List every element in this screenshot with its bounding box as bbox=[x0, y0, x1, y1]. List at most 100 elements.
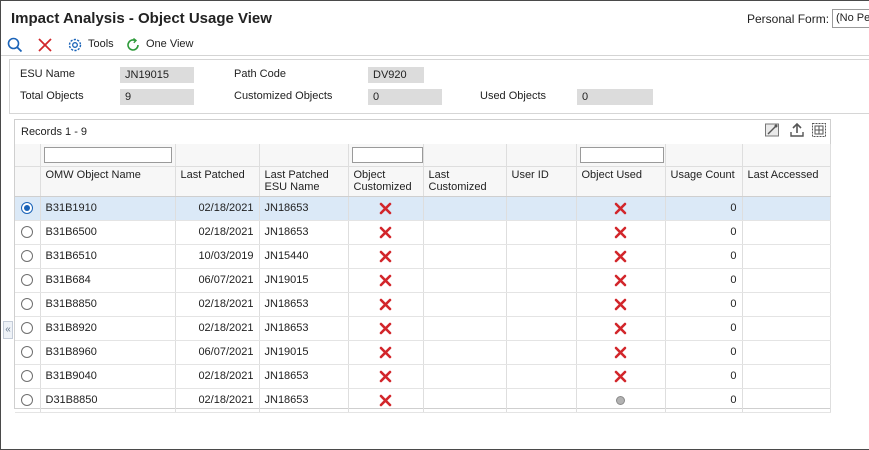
esu-name-value: JN19015 bbox=[120, 67, 194, 83]
gear-icon[interactable] bbox=[66, 36, 84, 54]
x-icon bbox=[614, 370, 627, 382]
row-select-cell[interactable] bbox=[15, 220, 41, 245]
table-row[interactable]: B31B9040 02/18/2021 JN18653 0 bbox=[15, 364, 831, 389]
cell-object-used bbox=[576, 388, 666, 413]
cell-last-accessed bbox=[742, 196, 831, 221]
row-select-radio[interactable] bbox=[21, 298, 34, 311]
cell-object-name[interactable]: B31B684 bbox=[40, 268, 176, 293]
search-icon[interactable] bbox=[6, 36, 24, 54]
cell-object-used bbox=[576, 364, 666, 389]
cell-last-accessed bbox=[742, 268, 831, 293]
filter-object-customized-input[interactable] bbox=[351, 146, 422, 163]
cell-esu-name: JN19015 bbox=[259, 340, 349, 365]
cell-last-patched: 02/18/2021 bbox=[175, 388, 260, 413]
row-select-cell[interactable] bbox=[15, 388, 41, 413]
column-header-object-name[interactable]: OMW Object Name bbox=[40, 166, 176, 197]
filter-object-name-input[interactable] bbox=[43, 146, 172, 163]
column-header-object-used[interactable]: Object Used bbox=[576, 166, 666, 197]
close-icon[interactable] bbox=[36, 36, 54, 54]
table-row[interactable]: B31B6510 10/03/2019 JN15440 0 bbox=[15, 244, 831, 269]
x-icon bbox=[614, 346, 627, 358]
row-select-radio[interactable] bbox=[21, 226, 34, 239]
row-select-cell[interactable] bbox=[15, 244, 41, 269]
cell-esu-name: JN15440 bbox=[259, 244, 349, 269]
cell-object-name[interactable]: B31B8850 bbox=[40, 292, 176, 317]
cell-object-name[interactable]: B31B8960 bbox=[40, 340, 176, 365]
row-select-radio[interactable] bbox=[21, 322, 34, 335]
filter-cell-last-customized bbox=[423, 144, 507, 167]
filter-cell-usage-count bbox=[665, 144, 743, 167]
row-select-cell[interactable] bbox=[15, 340, 41, 365]
path-code-value: DV920 bbox=[368, 67, 424, 83]
cell-object-name[interactable]: B31B6500 bbox=[40, 220, 176, 245]
cell-esu-name: JN18653 bbox=[259, 196, 349, 221]
cell-object-used bbox=[576, 268, 666, 293]
records-count: Records 1 - 9 bbox=[21, 126, 88, 138]
cell-usage-count: 0 bbox=[665, 268, 743, 293]
title-bar: Impact Analysis - Object Usage View Pers… bbox=[1, 1, 869, 34]
row-select-cell[interactable] bbox=[15, 364, 41, 389]
row-select-radio[interactable] bbox=[21, 370, 34, 383]
cell-last-customized bbox=[423, 340, 507, 365]
column-header-usage-count[interactable]: Usage Count bbox=[665, 166, 743, 197]
cell-object-name[interactable]: B31B8920 bbox=[40, 316, 176, 341]
column-header-user-id[interactable]: User ID bbox=[506, 166, 577, 197]
table-row[interactable]: D31B8850 02/18/2021 JN18653 0 bbox=[15, 388, 831, 413]
cell-user-id bbox=[506, 268, 577, 293]
cell-object-customized bbox=[348, 196, 424, 221]
row-select-cell[interactable] bbox=[15, 196, 41, 221]
row-select-radio[interactable] bbox=[21, 202, 34, 215]
table-row[interactable]: B31B684 06/07/2021 JN19015 0 bbox=[15, 268, 831, 293]
personalize-grid-icon[interactable] bbox=[764, 122, 780, 138]
cell-object-name[interactable]: D31B8850 bbox=[40, 388, 176, 413]
column-header-last-patched[interactable]: Last Patched bbox=[175, 166, 260, 197]
filter-cell-last-patched bbox=[175, 144, 260, 167]
cell-esu-name: JN18653 bbox=[259, 292, 349, 317]
export-icon[interactable] bbox=[789, 122, 805, 138]
table-row[interactable]: B31B8850 02/18/2021 JN18653 0 bbox=[15, 292, 831, 317]
one-view-button[interactable]: One View bbox=[146, 38, 194, 50]
column-header-esu-name[interactable]: Last Patched ESU Name bbox=[259, 166, 349, 197]
table-row[interactable]: B31B8960 06/07/2021 JN19015 0 bbox=[15, 340, 831, 365]
cell-usage-count: 0 bbox=[665, 340, 743, 365]
object-usage-table: OMW Object Name Last Patched Last Patche… bbox=[15, 144, 831, 413]
cell-usage-count: 0 bbox=[665, 196, 743, 221]
grid-format-icon[interactable] bbox=[811, 122, 827, 138]
x-icon bbox=[379, 322, 392, 334]
filter-object-used-input[interactable] bbox=[579, 146, 664, 163]
row-select-radio[interactable] bbox=[21, 346, 34, 359]
collapse-left-tab[interactable]: « bbox=[3, 321, 13, 339]
cell-object-used bbox=[576, 316, 666, 341]
filter-cell-select bbox=[15, 144, 41, 167]
row-select-radio[interactable] bbox=[21, 274, 34, 287]
tools-button[interactable]: Tools bbox=[88, 38, 114, 50]
x-icon bbox=[379, 298, 392, 310]
row-select-radio[interactable] bbox=[21, 394, 34, 407]
cell-object-name[interactable]: B31B1910 bbox=[40, 196, 176, 221]
column-header-last-customized[interactable]: Last Customized bbox=[423, 166, 507, 197]
table-row[interactable]: B31B1910 02/18/2021 JN18653 0 bbox=[15, 196, 831, 221]
row-select-cell[interactable] bbox=[15, 316, 41, 341]
cell-last-patched: 10/03/2019 bbox=[175, 244, 260, 269]
row-select-cell[interactable] bbox=[15, 268, 41, 293]
cell-object-used bbox=[576, 292, 666, 317]
used-objects-value: 0 bbox=[577, 89, 653, 105]
cell-last-customized bbox=[423, 196, 507, 221]
personal-form-select[interactable]: (No Personal Form) bbox=[832, 9, 869, 28]
cell-object-customized bbox=[348, 220, 424, 245]
column-header-last-accessed[interactable]: Last Accessed bbox=[742, 166, 831, 197]
cell-object-customized bbox=[348, 292, 424, 317]
x-icon bbox=[614, 202, 627, 214]
cell-last-patched: 02/18/2021 bbox=[175, 196, 260, 221]
refresh-circle-icon[interactable] bbox=[124, 36, 142, 54]
table-row[interactable]: B31B6500 02/18/2021 JN18653 0 bbox=[15, 220, 831, 245]
table-row[interactable]: B31B8920 02/18/2021 JN18653 0 bbox=[15, 316, 831, 341]
cell-usage-count: 0 bbox=[665, 388, 743, 413]
row-select-radio[interactable] bbox=[21, 250, 34, 263]
row-select-cell[interactable] bbox=[15, 292, 41, 317]
column-header-object-customized[interactable]: Object Customized bbox=[348, 166, 424, 197]
x-icon bbox=[379, 274, 392, 286]
cell-last-accessed bbox=[742, 340, 831, 365]
cell-object-name[interactable]: B31B9040 bbox=[40, 364, 176, 389]
cell-object-name[interactable]: B31B6510 bbox=[40, 244, 176, 269]
